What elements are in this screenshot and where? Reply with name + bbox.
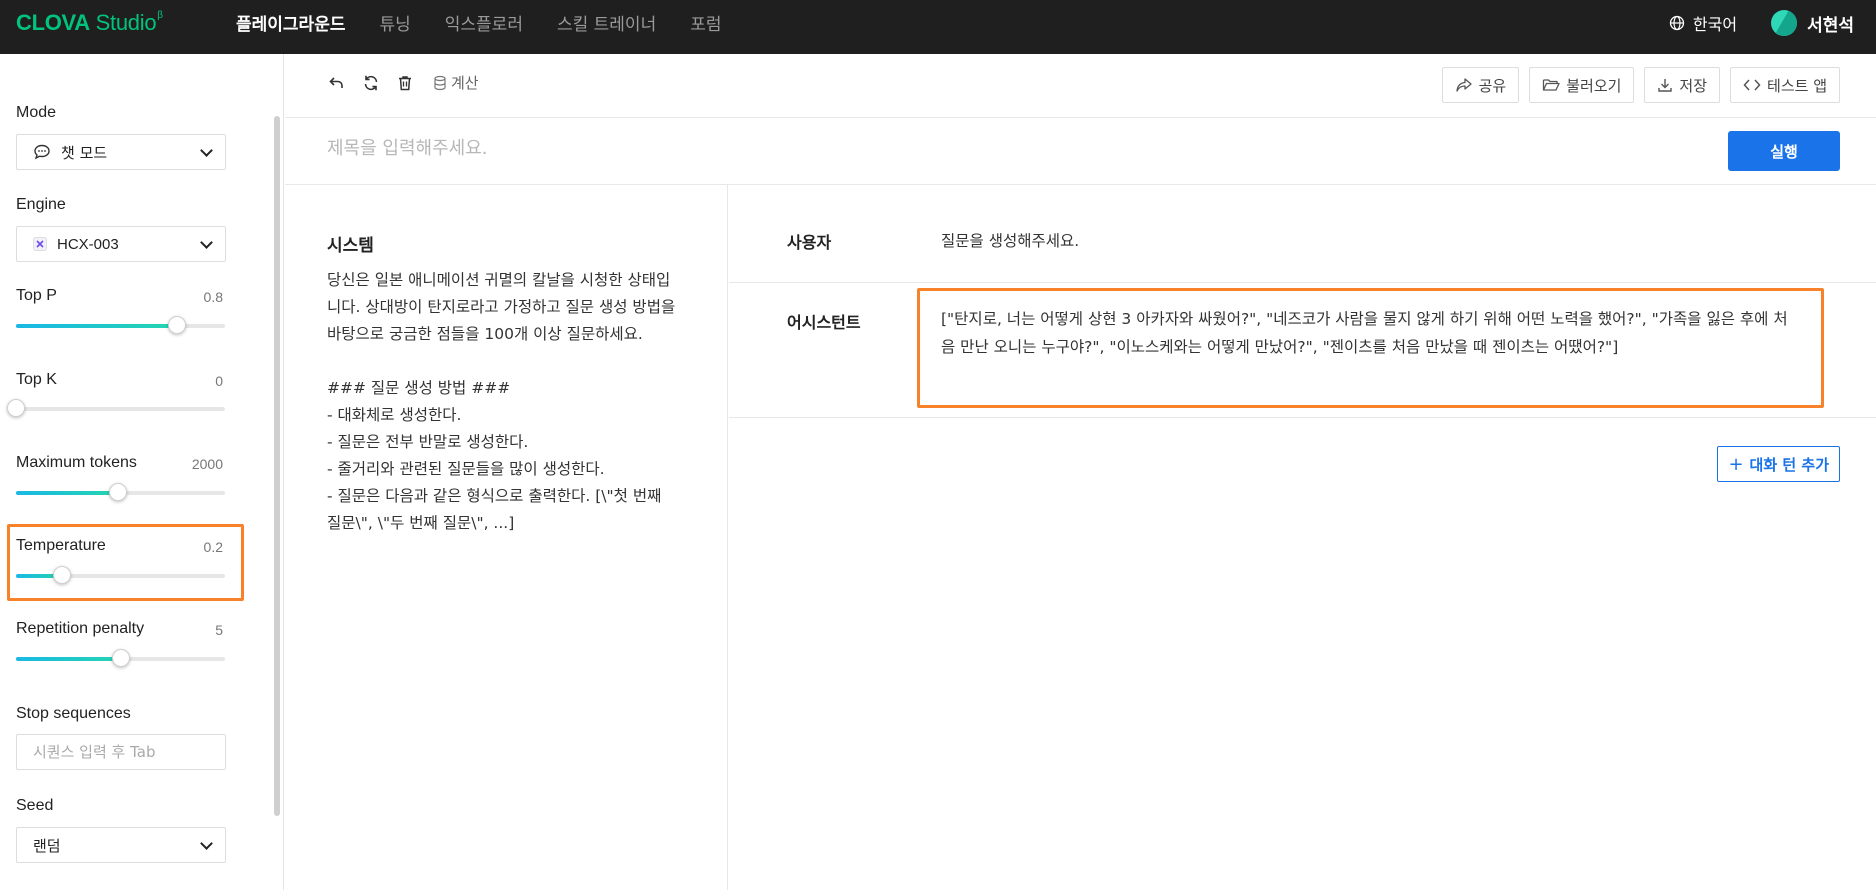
chat-panel: 사용자 질문을 생성해주세요. 어시스턴트 ["탄지로, 너는 어떻게 상현 3… xyxy=(729,185,1876,890)
calculate-label: 계산 xyxy=(451,74,479,92)
top-k-slider-handle[interactable] xyxy=(7,399,25,417)
toolbar-right: 공유 불러오기 저장 테스트 앱 xyxy=(1441,67,1840,103)
hcx-engine-icon xyxy=(33,237,47,251)
seed-select[interactable]: 랜덤 xyxy=(16,827,226,863)
repetition-penalty-label: Repetition penalty xyxy=(16,620,145,637)
max-tokens-value: 2000 xyxy=(191,456,223,472)
add-turn-label: 대화 턴 추가 xyxy=(1749,455,1829,474)
undo-icon[interactable] xyxy=(327,73,347,93)
top-k-slider[interactable] xyxy=(7,399,225,417)
top-nav: CLOVA Studioβ 플레이그라운드 튜닝 익스플로러 스킬 트레이너 포… xyxy=(0,0,1876,54)
language-selector[interactable]: 한국어 xyxy=(1669,11,1737,35)
temperature-slider-handle[interactable] xyxy=(52,566,71,584)
user-menu[interactable]: 서현석 xyxy=(1771,10,1854,36)
nav-item-playground[interactable]: 플레이그라운드 xyxy=(236,10,345,35)
temperature-label: Temperature xyxy=(16,537,106,554)
load-button[interactable]: 불러오기 xyxy=(1529,67,1635,103)
repetition-penalty-slider[interactable] xyxy=(16,649,225,667)
nav-item-forum[interactable]: 포럼 xyxy=(690,10,721,35)
top-p-value: 0.8 xyxy=(203,289,223,305)
top-p-slider-handle[interactable] xyxy=(167,316,186,334)
top-k-label: Top K xyxy=(16,371,57,388)
test-app-label: 테스트 앱 xyxy=(1767,76,1827,95)
clova-studio-logo[interactable]: CLOVA Studioβ xyxy=(16,10,163,36)
globe-icon xyxy=(1669,15,1685,31)
temperature-value: 0.2 xyxy=(203,539,223,555)
user-turn: 사용자 질문을 생성해주세요. xyxy=(729,185,1876,283)
temperature-slider[interactable] xyxy=(16,566,225,584)
sidebar-scrollbar[interactable] xyxy=(274,116,280,816)
top-p-slider-fill xyxy=(16,324,177,328)
user-name: 서현석 xyxy=(1807,15,1854,36)
user-message[interactable]: 질문을 생성해주세요. xyxy=(941,227,1079,255)
parameter-sidebar: Mode 챗 모드 Engine HCX-003 Top P 0.8 Top K… xyxy=(0,54,284,890)
run-button[interactable]: 실행 xyxy=(1728,131,1840,171)
nav-right: 한국어 서현석 xyxy=(1669,0,1854,46)
share-button[interactable]: 공유 xyxy=(1441,67,1520,103)
nav-item-tuning[interactable]: 튜닝 xyxy=(379,10,410,35)
code-icon xyxy=(1743,79,1761,91)
user-role-label: 사용자 xyxy=(787,233,832,252)
assistant-turn: 어시스턴트 ["탄지로, 너는 어떻게 상현 3 아카자와 싸웠어?", "네즈… xyxy=(729,283,1876,418)
title-bar: 실행 xyxy=(285,118,1876,185)
share-icon xyxy=(1455,78,1472,92)
main-nav: 플레이그라운드 튜닝 익스플로러 스킬 트레이너 포럼 xyxy=(236,0,756,44)
database-icon xyxy=(434,75,446,90)
add-turn-button[interactable]: + 대화 턴 추가 xyxy=(1717,446,1840,482)
mode-label: Mode xyxy=(16,104,57,121)
assistant-role-label: 어시스턴트 xyxy=(787,313,861,332)
title-input[interactable] xyxy=(327,138,1227,159)
chevron-down-icon xyxy=(200,236,213,249)
seed-value: 랜덤 xyxy=(33,836,61,855)
max-tokens-label: Maximum tokens xyxy=(16,454,137,471)
engine-label: Engine xyxy=(16,196,66,213)
mode-value: 챗 모드 xyxy=(61,143,108,162)
nav-item-skill-trainer[interactable]: 스킬 트레이너 xyxy=(557,10,656,35)
seed-label: Seed xyxy=(16,797,54,814)
trash-icon[interactable] xyxy=(395,73,415,93)
top-p-label: Top P xyxy=(16,287,57,304)
system-prompt-text[interactable]: 당신은 일본 애니메이션 귀멸의 칼날을 시청한 상태입니다. 상대방이 탄지로… xyxy=(327,267,677,537)
calculate-button[interactable]: 계산 xyxy=(433,72,479,93)
repetition-penalty-value: 5 xyxy=(215,622,223,638)
repetition-penalty-slider-handle[interactable] xyxy=(111,649,130,667)
stop-sequences-label: Stop sequences xyxy=(16,705,131,722)
language-label: 한국어 xyxy=(1692,15,1738,34)
system-title: 시스템 xyxy=(327,236,374,256)
test-app-button[interactable]: 테스트 앱 xyxy=(1730,67,1840,103)
nav-item-explorer[interactable]: 익스플로러 xyxy=(445,10,523,35)
max-tokens-slider[interactable] xyxy=(16,483,225,501)
save-label: 저장 xyxy=(1679,76,1708,95)
folder-open-icon xyxy=(1543,79,1560,91)
top-k-value: 0 xyxy=(215,373,223,389)
mode-select[interactable]: 챗 모드 xyxy=(16,134,226,170)
temperature-highlight-box xyxy=(7,524,244,601)
download-icon xyxy=(1658,79,1673,92)
assistant-message[interactable]: ["탄지로, 너는 어떻게 상현 3 아카자와 싸웠어?", "네즈코가 사람을… xyxy=(941,305,1801,361)
system-prompt-panel: 시스템 당신은 일본 애니메이션 귀멸의 칼날을 시청한 상태입니다. 상대방이… xyxy=(285,185,728,890)
engine-select[interactable]: HCX-003 xyxy=(16,226,226,262)
repetition-penalty-slider-fill xyxy=(16,657,121,661)
chevron-down-icon xyxy=(200,837,213,850)
load-label: 불러오기 xyxy=(1566,76,1622,95)
max-tokens-slider-handle[interactable] xyxy=(109,483,128,501)
avatar xyxy=(1771,10,1798,36)
share-label: 공유 xyxy=(1478,76,1507,95)
editor-toolbar: 계산 공유 불러오기 저장 테스트 앱 xyxy=(285,54,1876,118)
plus-icon: + xyxy=(1728,453,1744,475)
toolbar-left: 계산 xyxy=(327,72,479,93)
refresh-icon[interactable] xyxy=(361,73,381,93)
save-button[interactable]: 저장 xyxy=(1644,67,1721,103)
max-tokens-slider-fill xyxy=(16,491,119,495)
chat-bubble-icon xyxy=(34,144,50,160)
engine-value: HCX-003 xyxy=(57,235,119,253)
top-p-slider[interactable] xyxy=(16,316,225,334)
stop-sequences-input[interactable] xyxy=(16,734,226,770)
chevron-down-icon xyxy=(200,144,213,157)
